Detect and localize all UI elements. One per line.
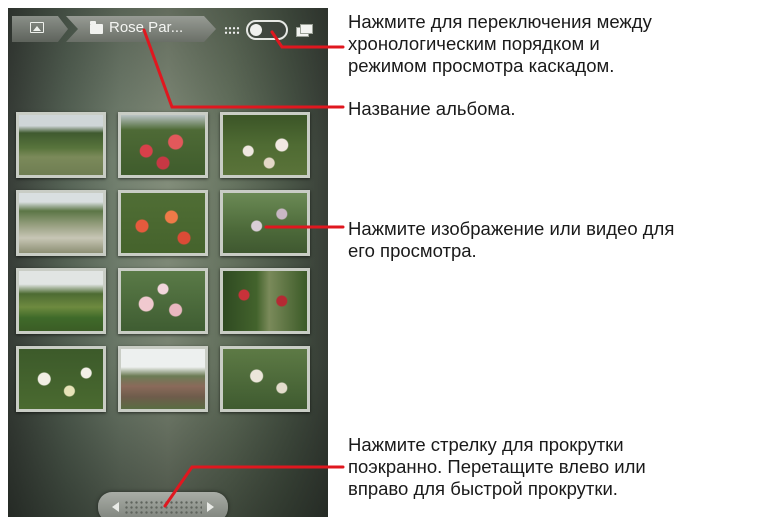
callout-tap-item: Нажмите изображение или видео для его пр…: [348, 218, 675, 261]
scroll-callout-line: [163, 465, 345, 508]
album-callout-line: [142, 28, 345, 109]
callout-scroll-arrow: Нажмите стрелку для прокрутки поэкранно.…: [348, 434, 646, 499]
callout-toggle-mode: Нажмите для переключения между хронологи…: [348, 11, 652, 76]
toggle-callout-line: [270, 30, 345, 49]
callout-album-name: Название альбома.: [348, 98, 516, 119]
